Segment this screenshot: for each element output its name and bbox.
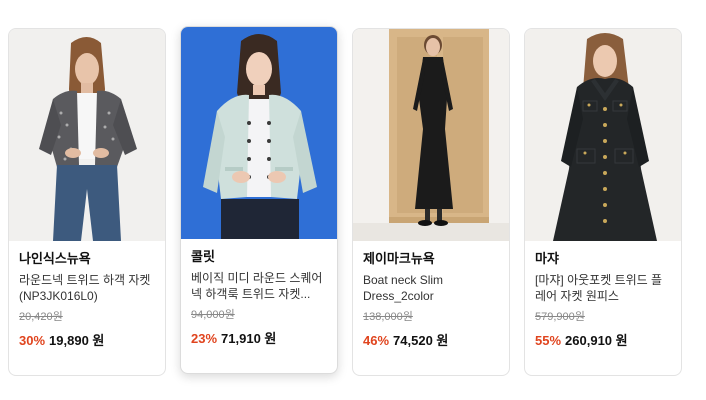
- product-card[interactable]: 마쟈 [마쟈] 아웃포켓 트위드 플레어 자켓 원피스 579,900원 55%…: [524, 28, 682, 376]
- price-row: 23% 71,910 원: [191, 331, 329, 347]
- discount-rate: 30%: [19, 333, 46, 348]
- product-title[interactable]: Boat neck Slim Dress_2color: [363, 272, 501, 304]
- product-title[interactable]: [마쟈] 아웃포켓 트위드 플레어 자켓 원피스: [535, 272, 673, 304]
- currency-unit: 원: [92, 333, 105, 348]
- price-row: 30% 19,890 원: [19, 333, 157, 349]
- price-row: 46% 74,520 원: [363, 333, 501, 349]
- product-title[interactable]: 라운드넥 트위드 하객 자켓 (NP3JK016L0): [19, 272, 157, 304]
- product-image[interactable]: [181, 27, 337, 239]
- discount-rate: 46%: [363, 333, 390, 348]
- product-title[interactable]: 베이직 미디 라운드 스퀘어 넥 하객룩 트위드 자켓...: [191, 270, 329, 302]
- sale-price: 260,910: [565, 333, 613, 348]
- currency-unit: 원: [436, 333, 449, 348]
- sale-price: 71,910: [221, 331, 261, 346]
- price-row: 55% 260,910 원: [535, 333, 673, 349]
- original-price: 20,420원: [19, 311, 63, 323]
- product-card[interactable]: 제이마크뉴욕 Boat neck Slim Dress_2color 138,0…: [352, 28, 510, 376]
- sale-price: 74,520: [393, 333, 433, 348]
- product-image[interactable]: [9, 29, 165, 241]
- product-brand[interactable]: 마쟈: [535, 251, 673, 267]
- discount-rate: 23%: [191, 331, 218, 346]
- sale-price: 19,890: [49, 333, 89, 348]
- original-price: 138,000원: [363, 311, 413, 323]
- original-price: 579,900원: [535, 311, 585, 323]
- product-card[interactable]: 나인식스뉴욕 라운드넥 트위드 하객 자켓 (NP3JK016L0) 20,42…: [8, 28, 166, 376]
- product-brand[interactable]: 콜릿: [191, 249, 329, 265]
- currency-unit: 원: [264, 331, 277, 346]
- product-image[interactable]: [525, 29, 681, 241]
- product-image[interactable]: [353, 29, 509, 241]
- product-brand[interactable]: 나인식스뉴욕: [19, 251, 157, 267]
- currency-unit: 원: [615, 333, 628, 348]
- product-brand[interactable]: 제이마크뉴욕: [363, 251, 501, 267]
- original-price: 94,000원: [191, 309, 235, 321]
- discount-rate: 55%: [535, 333, 562, 348]
- product-card[interactable]: 콜릿 베이직 미디 라운드 스퀘어 넥 하객룩 트위드 자켓... 94,000…: [180, 26, 338, 374]
